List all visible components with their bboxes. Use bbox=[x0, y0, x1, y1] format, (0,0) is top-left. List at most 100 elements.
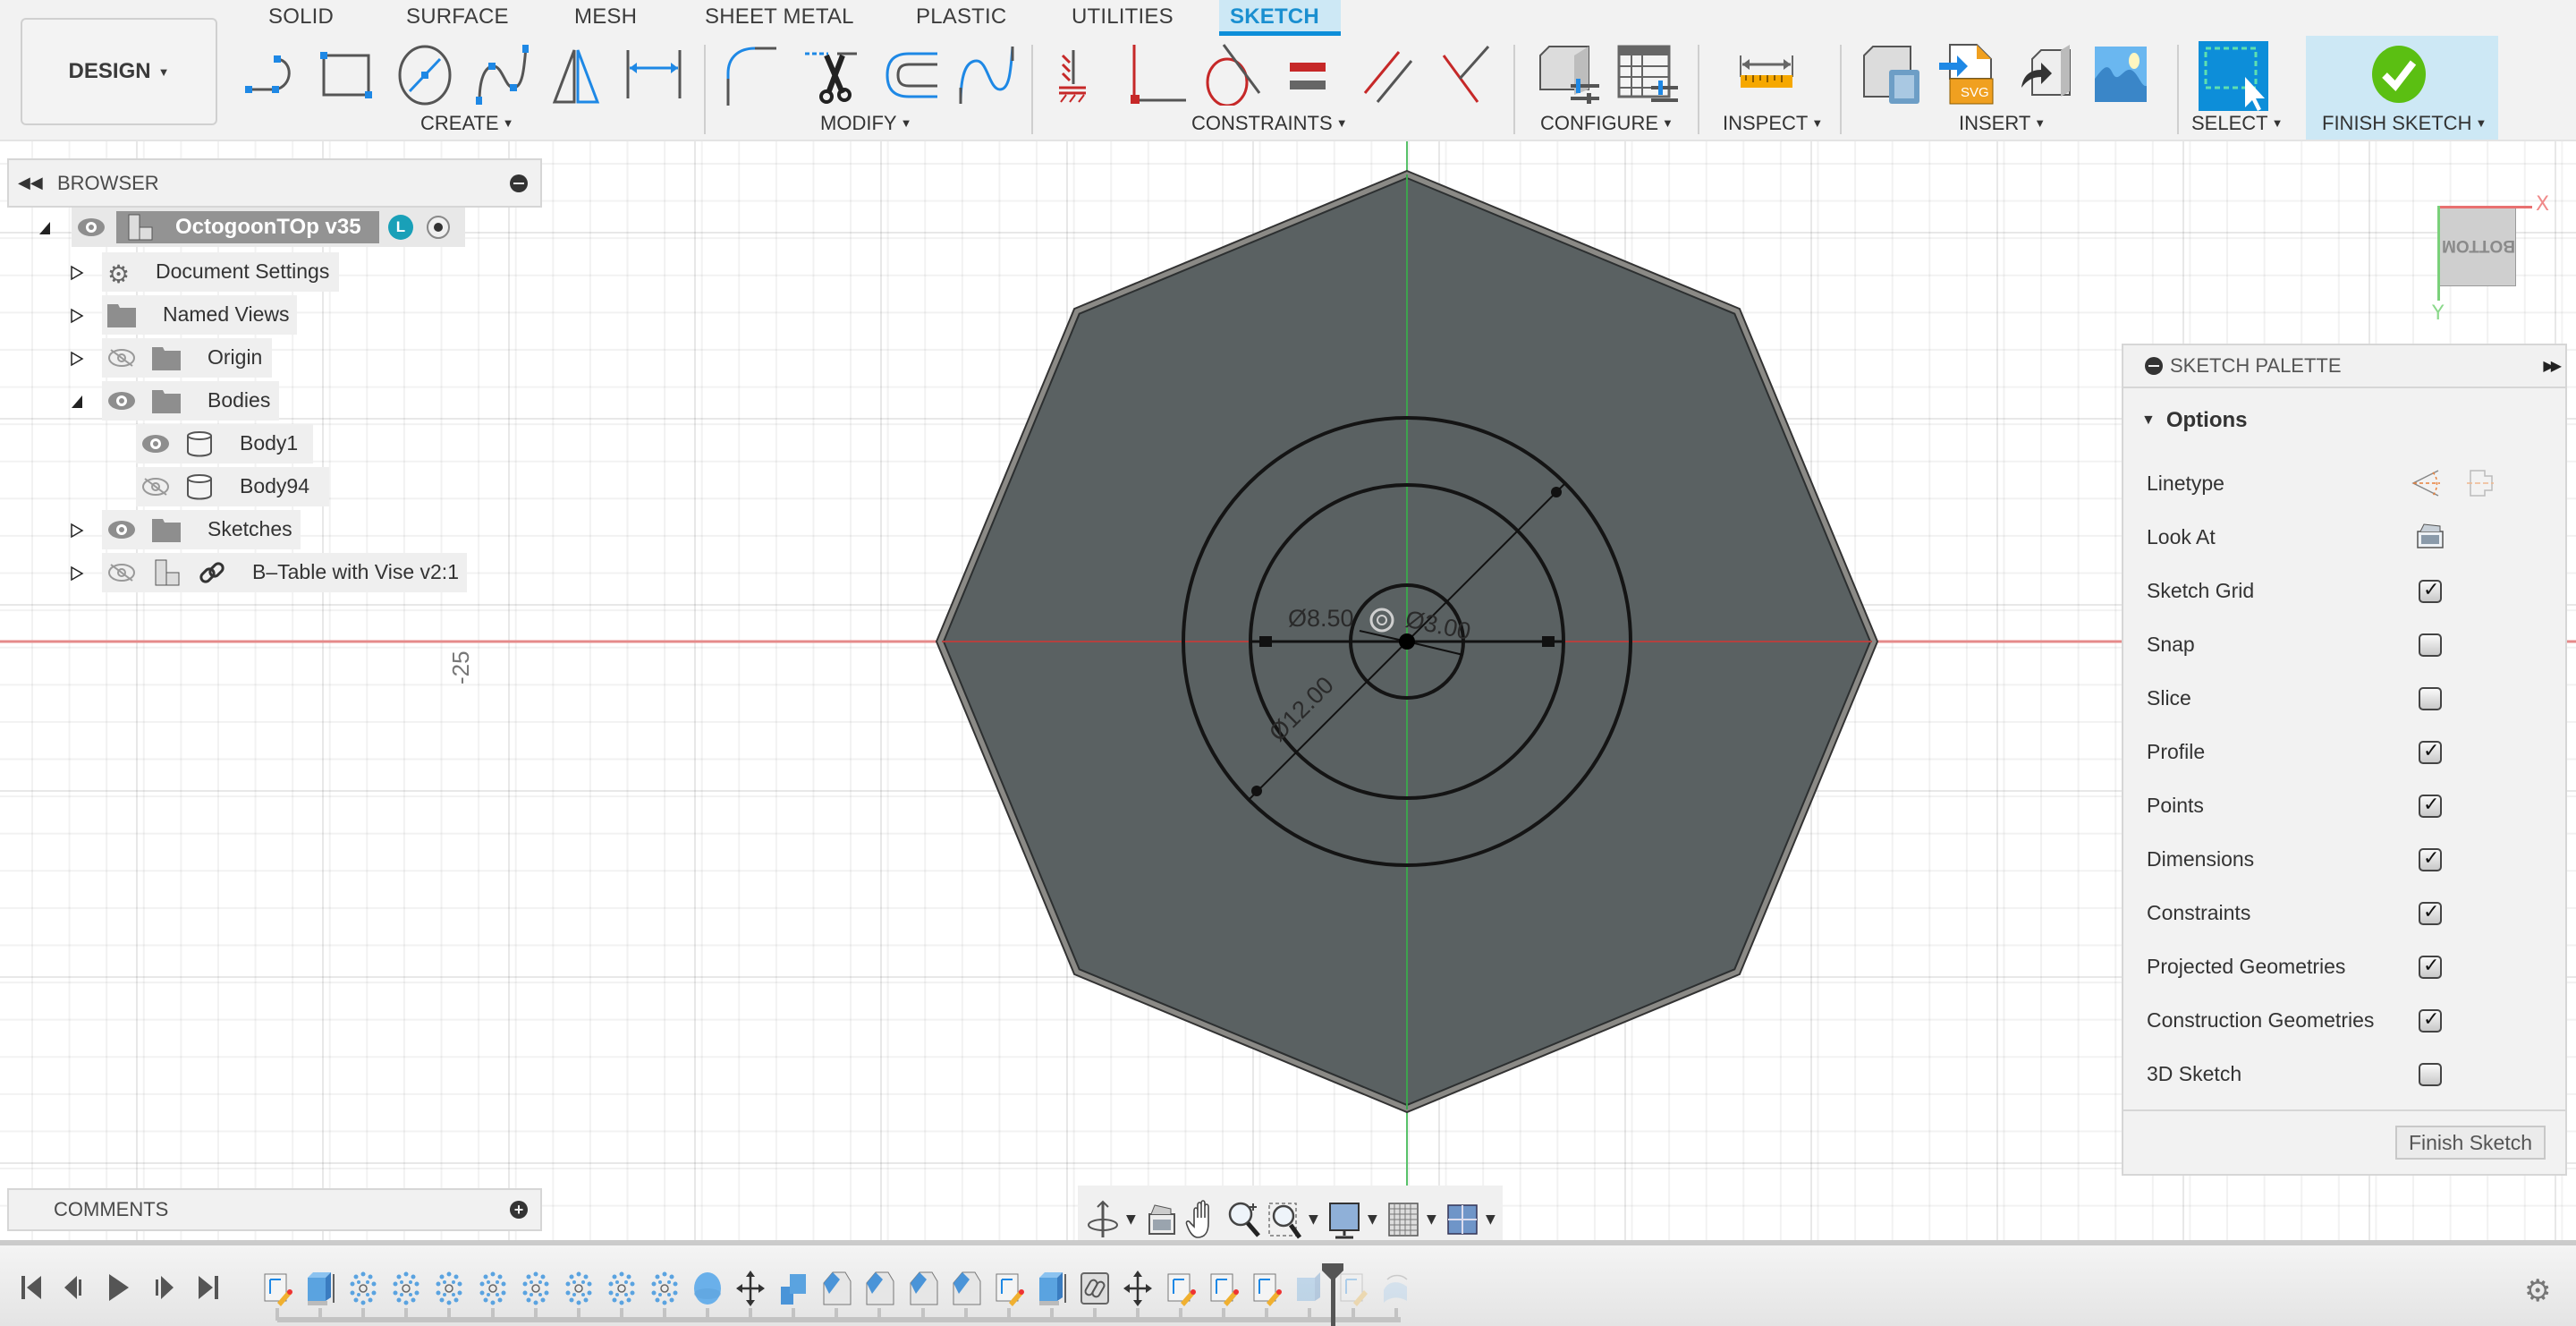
collapsed-triangle-icon[interactable] bbox=[70, 565, 84, 582]
fix-icon[interactable] bbox=[1054, 43, 1116, 106]
centerline-linetype-icon[interactable] bbox=[2465, 469, 2496, 499]
timeline-feature-extrude-icon[interactable] bbox=[1036, 1271, 1068, 1306]
visibility-hidden-icon[interactable] bbox=[107, 348, 136, 368]
finish-sketch-menu[interactable]: FINISH SKETCH ▼ bbox=[2322, 112, 2487, 135]
option-profile[interactable]: Profile bbox=[2147, 734, 2540, 769]
tab-sheet-metal[interactable]: SHEET METAL bbox=[694, 0, 865, 36]
fillet-icon[interactable] bbox=[721, 43, 784, 106]
timeline-feature-move-icon[interactable] bbox=[1122, 1271, 1154, 1306]
insert-svg-icon[interactable]: SVG bbox=[1937, 43, 2000, 106]
configure-menu[interactable]: CONFIGURE ▼ bbox=[1540, 112, 1674, 135]
visibility-hidden-icon[interactable] bbox=[141, 477, 170, 497]
orbit-icon[interactable] bbox=[1085, 1200, 1121, 1239]
inspect-menu[interactable]: INSPECT ▼ bbox=[1723, 112, 1823, 135]
visibility-eye-icon[interactable] bbox=[107, 391, 136, 411]
circle-icon[interactable] bbox=[394, 43, 456, 106]
canvas-icon[interactable] bbox=[2089, 43, 2152, 106]
visibility-eye-icon[interactable] bbox=[107, 520, 136, 540]
timeline-feature-sketch-icon[interactable] bbox=[993, 1271, 1025, 1306]
option-construction-geometries[interactable]: Construction Geometries bbox=[2147, 1002, 2540, 1038]
pan-icon[interactable] bbox=[1185, 1199, 1221, 1239]
sketch-center-point[interactable] bbox=[1399, 633, 1415, 650]
collapsed-triangle-icon[interactable] bbox=[70, 523, 84, 539]
minimize-panel-icon[interactable] bbox=[510, 174, 528, 192]
next-icon[interactable] bbox=[150, 1272, 177, 1303]
select-menu[interactable]: SELECT ▼ bbox=[2191, 112, 2283, 135]
add-comment-icon[interactable]: + bbox=[510, 1201, 528, 1219]
view-cube[interactable]: BOTTOM X Y bbox=[2432, 193, 2549, 325]
timeline-feature-extrude-icon[interactable] bbox=[304, 1271, 336, 1306]
previous-icon[interactable] bbox=[61, 1272, 88, 1303]
insert-mesh-icon[interactable] bbox=[2018, 43, 2080, 106]
tab-surface[interactable]: SURFACE bbox=[395, 0, 520, 36]
line-icon[interactable] bbox=[242, 43, 304, 106]
configure-table-icon[interactable] bbox=[1615, 43, 1678, 106]
insert-derive-icon[interactable] bbox=[1860, 43, 1923, 106]
finish-sketch-button[interactable]: FINISH SKETCH ▼ bbox=[2306, 36, 2498, 140]
expanded-triangle-icon[interactable] bbox=[70, 394, 84, 410]
coincident-icon[interactable] bbox=[1129, 43, 1191, 106]
dimension-d2-label[interactable]: Ø8.50 bbox=[1288, 605, 1354, 632]
display-settings-icon[interactable] bbox=[1326, 1200, 1362, 1239]
projected-geometries-checkbox[interactable] bbox=[2419, 955, 2442, 979]
timeline-feature-pattern-icon[interactable] bbox=[648, 1271, 681, 1306]
expand-palette-icon[interactable]: ▶▶ bbox=[2543, 357, 2562, 375]
offset-icon[interactable] bbox=[878, 43, 941, 106]
timeline-feature-sketch-icon[interactable] bbox=[1165, 1271, 1197, 1306]
constraints-checkbox[interactable] bbox=[2419, 901, 2442, 925]
perpendicular-icon[interactable] bbox=[1435, 43, 1497, 106]
timeline-feature-pattern-icon[interactable] bbox=[477, 1271, 509, 1306]
viewports-icon[interactable] bbox=[1445, 1200, 1480, 1239]
timeline-feature-pattern-icon[interactable] bbox=[390, 1271, 422, 1306]
measure-icon[interactable] bbox=[1737, 43, 1800, 106]
option-3d-sketch[interactable]: 3D Sketch bbox=[2147, 1056, 2540, 1092]
minimize-palette-icon[interactable] bbox=[2145, 357, 2163, 375]
window-select-icon[interactable] bbox=[2199, 41, 2268, 111]
timeline-feature-pattern-icon[interactable] bbox=[347, 1271, 379, 1306]
sketch-palette-header[interactable]: SKETCH PALETTE ▶▶ bbox=[2122, 344, 2567, 388]
look-at-icon[interactable] bbox=[1144, 1200, 1180, 1239]
activate-radio-icon[interactable] bbox=[426, 215, 451, 240]
expanded-triangle-icon[interactable] bbox=[38, 220, 52, 236]
workspace-switcher[interactable]: DESIGN ▼ bbox=[21, 18, 217, 125]
chevron-down-icon[interactable]: ▼ bbox=[1427, 1212, 1439, 1227]
3d-sketch-checkbox[interactable] bbox=[2419, 1063, 2442, 1086]
option-snap[interactable]: Snap bbox=[2147, 626, 2540, 662]
timeline-feature-chamfer-icon[interactable] bbox=[820, 1271, 852, 1306]
tab-mesh[interactable]: MESH bbox=[564, 0, 648, 36]
play-icon[interactable] bbox=[106, 1272, 132, 1303]
tab-utilities[interactable]: UTILITIES bbox=[1061, 0, 1184, 36]
option-dimensions[interactable]: Dimensions bbox=[2147, 841, 2540, 877]
zoom-window-icon[interactable] bbox=[1267, 1200, 1303, 1239]
grid-settings-icon[interactable] bbox=[1385, 1200, 1421, 1239]
timeline-feature-extrude-suppressed-icon[interactable] bbox=[1293, 1271, 1326, 1306]
chevron-down-icon[interactable]: ▼ bbox=[1126, 1212, 1139, 1227]
collapsed-triangle-icon[interactable] bbox=[70, 351, 84, 367]
collapsed-triangle-icon[interactable] bbox=[70, 308, 84, 324]
timeline-feature-link-icon[interactable] bbox=[1079, 1271, 1111, 1306]
chevron-down-icon[interactable]: ▼ bbox=[1368, 1212, 1380, 1227]
visibility-eye-icon[interactable] bbox=[77, 217, 106, 238]
timeline-feature-sketch-icon[interactable] bbox=[1208, 1271, 1240, 1306]
timeline-feature-chamfer-icon[interactable] bbox=[950, 1271, 982, 1306]
timeline-feature-sketch-icon[interactable] bbox=[261, 1271, 293, 1306]
first-icon[interactable] bbox=[18, 1272, 45, 1303]
timeline-feature-pattern-icon[interactable] bbox=[433, 1271, 465, 1306]
collapsed-triangle-icon[interactable] bbox=[70, 265, 84, 281]
browser-panel-header[interactable]: ◀◀ BROWSER bbox=[7, 158, 542, 208]
fit-point-spline-icon[interactable] bbox=[955, 43, 1018, 106]
tab-sketch[interactable]: SKETCH bbox=[1219, 0, 1341, 36]
trim-icon[interactable] bbox=[801, 43, 864, 106]
modify-menu[interactable]: MODIFY ▼ bbox=[820, 112, 911, 135]
timeline-feature-pattern-icon[interactable] bbox=[520, 1271, 552, 1306]
spline-icon[interactable] bbox=[472, 43, 535, 106]
last-icon[interactable] bbox=[195, 1272, 222, 1303]
rectangle-icon[interactable] bbox=[315, 43, 377, 106]
timeline-feature-pattern-icon[interactable] bbox=[563, 1271, 595, 1306]
construction-geometries-checkbox[interactable] bbox=[2419, 1008, 2442, 1033]
insert-menu[interactable]: INSERT ▼ bbox=[1959, 112, 2046, 135]
option-constraints[interactable]: Constraints bbox=[2147, 895, 2540, 931]
dimensions-checkbox[interactable] bbox=[2419, 847, 2442, 871]
timeline-feature-sphere-icon[interactable] bbox=[691, 1271, 724, 1306]
snap-checkbox[interactable] bbox=[2419, 633, 2442, 657]
